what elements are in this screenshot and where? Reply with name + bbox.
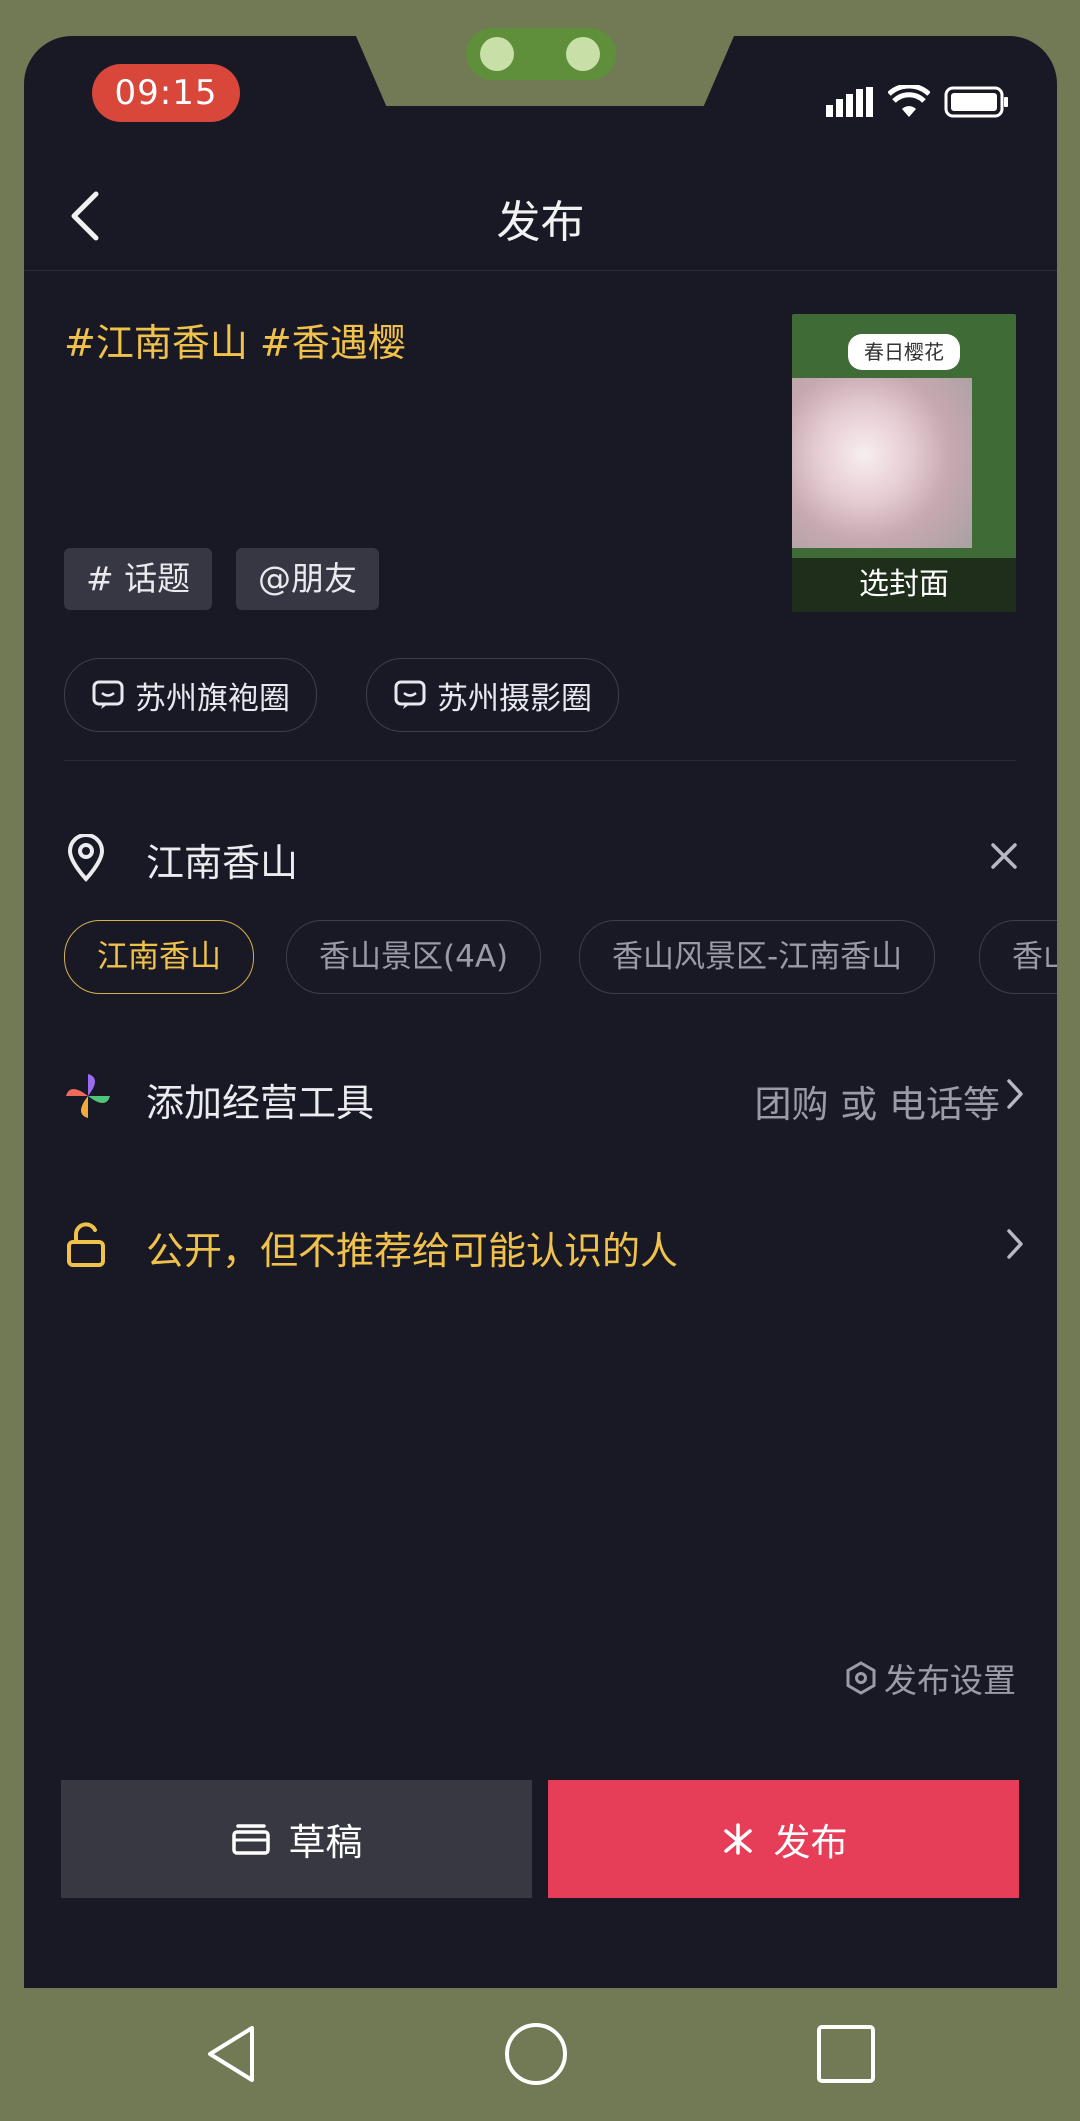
cover-title: 春日樱花 [848,334,960,370]
location-value[interactable]: 江南香山 [146,832,298,887]
app-header: 发布 [24,160,1057,271]
home-circle-icon[interactable] [504,2022,568,2086]
caption-text[interactable]: #江南香山 #香遇樱 [64,312,406,367]
publish-settings-link[interactable]: 发布设置 [846,1654,1016,1702]
cover-photo [792,378,972,548]
draft-box-icon [231,1824,270,1855]
location-suggestion-chip[interactable]: 香山风景区-江南香山 [579,920,936,994]
chat-bubble-icon [394,680,426,709]
circle-chip-qipao[interactable]: 苏州旗袍圈 [64,658,317,732]
chat-bubble-icon [92,680,124,709]
location-pin-icon [67,834,105,882]
battery-icon [944,86,1008,118]
sparkle-icon [723,1823,752,1855]
divider [64,760,1016,761]
page-title: 发布 [496,197,585,248]
cell-signal-icon [826,87,873,117]
unlock-icon [67,1222,105,1267]
cover-picker[interactable]: 春日樱花 选封面 [792,314,1016,612]
status-time: 09:15 [92,64,240,122]
hexagon-settings-icon [846,1661,876,1695]
back-triangle-icon[interactable] [204,2024,258,2084]
chevron-right-icon[interactable] [1006,1228,1024,1260]
camera-lens [480,37,514,71]
front-camera [466,28,616,80]
mention-friend-button[interactable]: @朋友 [236,548,379,610]
circle-label: 苏州摄影圈 [437,680,592,717]
privacy-setting[interactable]: 公开，但不推荐给可能认识的人 [146,1220,678,1275]
camera-sensor [566,37,600,71]
business-tools-label[interactable]: 添加经营工具 [146,1072,374,1127]
publish-settings-label: 发布设置 [884,1661,1016,1700]
pinwheel-icon [66,1074,110,1118]
draft-label: 草稿 [288,1821,363,1864]
save-draft-button[interactable]: 草稿 [61,1780,532,1898]
circle-label: 苏州旗袍圈 [135,680,290,717]
status-icons [826,82,1010,122]
location-suggestion-chip[interactable]: 香山景区(4A) [286,920,542,994]
location-suggestion-chip[interactable]: 江南香山 [64,920,254,994]
recents-square-icon[interactable] [816,2024,876,2084]
business-tools-hint[interactable]: 团购 或 电话等 [754,1074,1000,1128]
wifi-icon [888,85,930,117]
chevron-right-icon[interactable] [1006,1078,1024,1110]
clear-location-icon[interactable] [990,842,1018,870]
circle-chip-photography[interactable]: 苏州摄影圈 [366,658,619,732]
frame-edge [1057,900,1080,1010]
system-nav-bar [0,1988,1080,2121]
publish-button[interactable]: 发布 [548,1780,1019,1898]
topic-button[interactable]: # 话题 [64,548,213,610]
select-cover-label: 选封面 [792,558,1016,612]
publish-label: 发布 [773,1821,848,1864]
